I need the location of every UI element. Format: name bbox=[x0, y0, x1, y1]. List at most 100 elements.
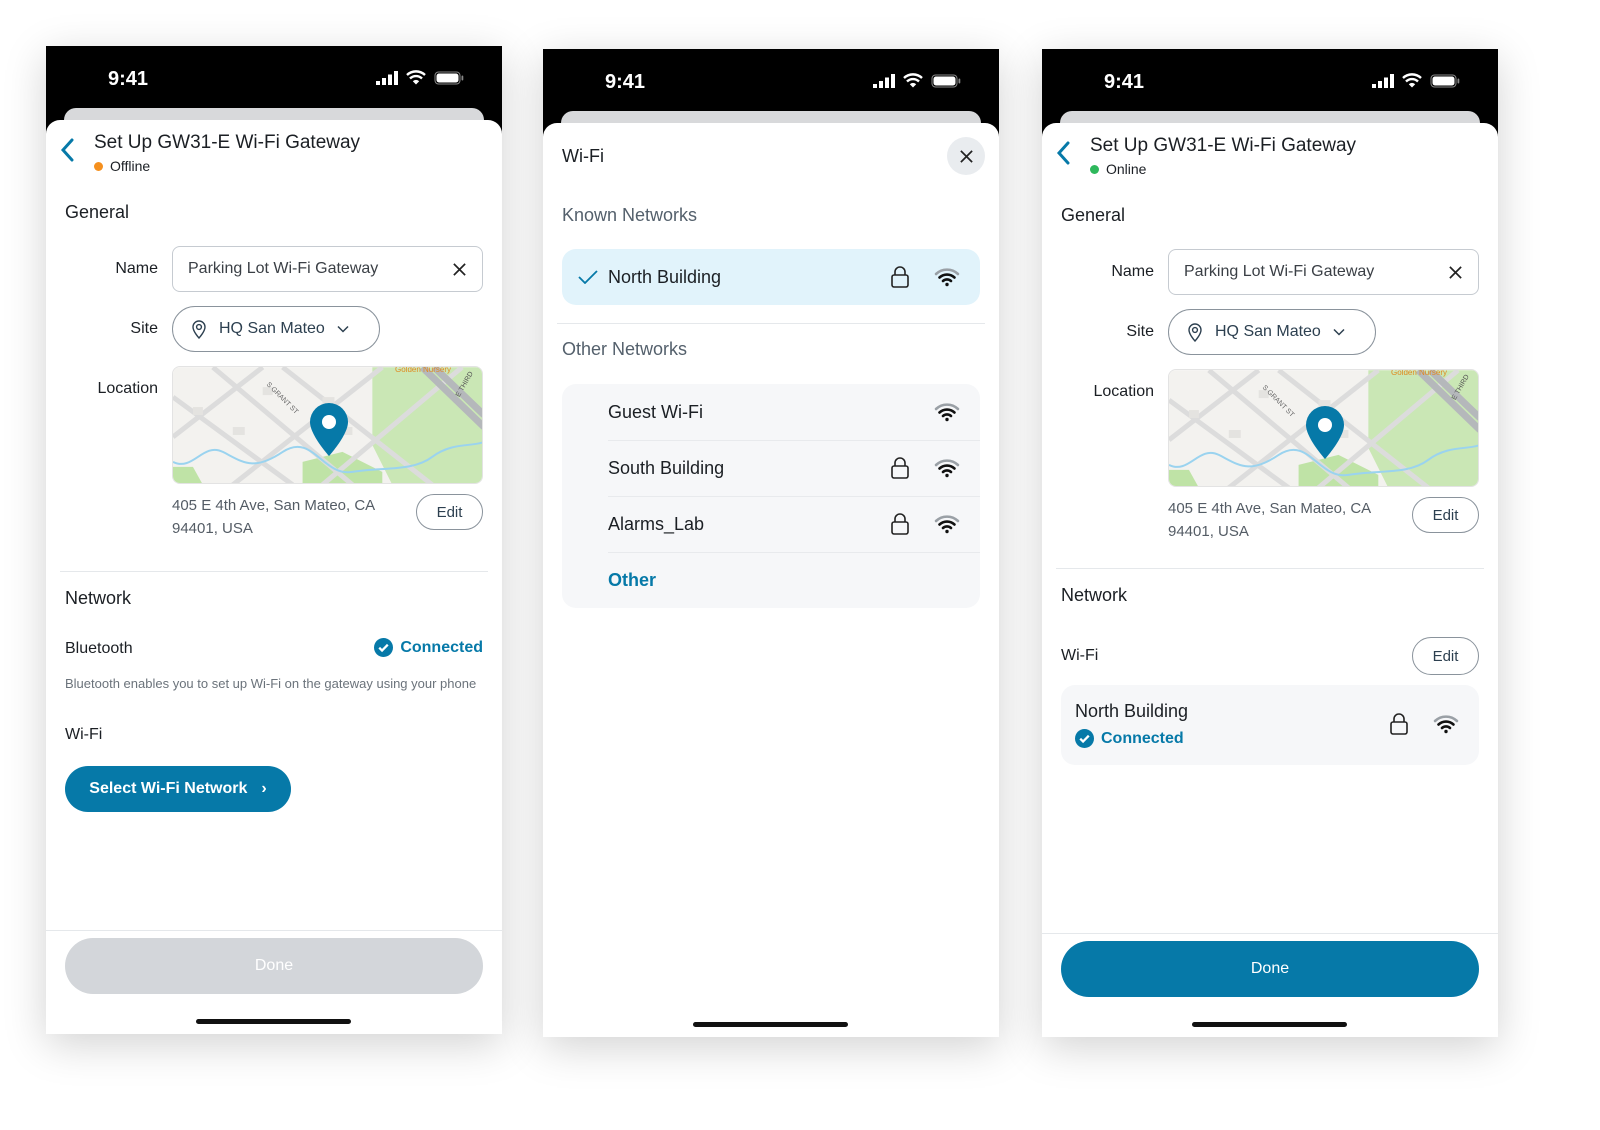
battery-icon bbox=[434, 71, 464, 85]
online-dot-icon bbox=[1090, 164, 1099, 174]
network-row-north-building[interactable]: North Building bbox=[562, 249, 980, 305]
phone-screen-wifi-picker: 9:41 Wi-Fi Known Networks North Building… bbox=[543, 49, 999, 1037]
wifi-status-icon bbox=[406, 70, 426, 85]
name-input[interactable]: Parking Lot Wi-Fi Gateway bbox=[1168, 249, 1479, 295]
clear-icon[interactable] bbox=[452, 262, 467, 277]
wifi-signal-icon bbox=[934, 402, 960, 422]
location-map[interactable]: S GRANT ST Golden Nursery E THIRD bbox=[172, 366, 483, 484]
other-network-link[interactable]: Other bbox=[608, 570, 656, 591]
back-icon[interactable] bbox=[1056, 141, 1070, 165]
lock-icon bbox=[890, 456, 910, 480]
bluetooth-status: Connected bbox=[374, 638, 483, 657]
edit-wifi-button[interactable]: Edit bbox=[1412, 637, 1479, 675]
map-pin-icon bbox=[1305, 406, 1345, 460]
signal-icon bbox=[376, 71, 398, 85]
network-row-other[interactable]: Other bbox=[562, 552, 980, 608]
connected-network-card[interactable]: North Building Connected bbox=[1061, 685, 1479, 765]
chevron-right-icon: › bbox=[261, 780, 267, 797]
wifi-label: Wi-Fi bbox=[65, 726, 103, 743]
wifi-label: Wi-Fi bbox=[1061, 647, 1099, 664]
lock-icon bbox=[890, 265, 910, 289]
network-name: Alarms_Lab bbox=[608, 513, 705, 534]
network-name: South Building bbox=[608, 457, 725, 478]
select-wifi-network-button[interactable]: Select Wi-Fi Network › bbox=[65, 766, 291, 812]
edit-location-button[interactable]: Edit bbox=[416, 494, 483, 530]
done-button[interactable]: Done bbox=[1061, 941, 1479, 997]
chevron-down-icon bbox=[337, 325, 349, 333]
site-select[interactable]: HQ San Mateo bbox=[1168, 309, 1376, 355]
clear-icon[interactable] bbox=[1448, 265, 1463, 280]
signal-icon bbox=[1372, 74, 1394, 88]
check-circle-icon bbox=[374, 638, 393, 657]
site-label: Site bbox=[130, 320, 158, 337]
wifi-signal-icon bbox=[934, 267, 960, 287]
map-label: Golden Nursery bbox=[395, 366, 452, 374]
location-label: Location bbox=[97, 380, 159, 397]
name-value: Parking Lot Wi-Fi Gateway bbox=[188, 260, 379, 277]
divider bbox=[60, 571, 488, 572]
wifi-status-icon bbox=[903, 73, 923, 88]
known-networks-header: Known Networks bbox=[562, 205, 698, 225]
close-icon bbox=[959, 149, 974, 164]
page-title: Set Up GW31-E Wi-Fi Gateway bbox=[1090, 135, 1357, 156]
lock-icon bbox=[890, 512, 910, 536]
edit-location-button[interactable]: Edit bbox=[1412, 497, 1479, 533]
home-indicator bbox=[196, 1019, 351, 1024]
site-select[interactable]: HQ San Mateo bbox=[172, 306, 380, 352]
done-button[interactable]: Done bbox=[65, 938, 483, 994]
home-indicator bbox=[693, 1022, 848, 1027]
signal-icon bbox=[873, 74, 895, 88]
battery-icon bbox=[931, 74, 961, 88]
setup-sheet: Set Up GW31-E Wi-Fi Gateway Offline Gene… bbox=[46, 120, 502, 1034]
known-network-list: North Building bbox=[562, 249, 980, 305]
wifi-signal-icon bbox=[1433, 714, 1459, 734]
footer-divider bbox=[1042, 933, 1498, 934]
site-value: HQ San Mateo bbox=[219, 320, 325, 337]
wifi-status: Connected bbox=[1075, 729, 1184, 748]
site-value: HQ San Mateo bbox=[1215, 323, 1321, 340]
status-time: 9:41 bbox=[1104, 71, 1145, 93]
close-button[interactable] bbox=[947, 137, 985, 175]
network-name: Guest Wi-Fi bbox=[608, 401, 704, 422]
wifi-signal-icon bbox=[934, 514, 960, 534]
section-general: General bbox=[1061, 205, 1126, 225]
network-row-guest-wifi[interactable]: Guest Wi-Fi bbox=[562, 384, 980, 440]
location-map[interactable]: S GRANT ST Golden Nursery E THIRD bbox=[1168, 369, 1479, 487]
phone-screen-setup-offline: 9:41 Set Up GW31-E Wi-Fi Gateway Offline… bbox=[46, 46, 502, 1034]
address-text: 405 E 4th Ave, San Mateo, CA 94401, USA bbox=[1168, 500, 1371, 540]
map-label: Golden Nursery bbox=[1391, 369, 1448, 377]
name-input[interactable]: Parking Lot Wi-Fi Gateway bbox=[172, 246, 483, 292]
status-text: Offline bbox=[110, 158, 151, 174]
network-row-south-building[interactable]: South Building bbox=[562, 440, 980, 496]
status-badge: Offline bbox=[94, 158, 150, 174]
location-label: Location bbox=[1093, 383, 1155, 400]
check-circle-icon bbox=[1075, 729, 1094, 748]
network-name: North Building bbox=[608, 266, 722, 287]
wifi-sheet: Wi-Fi Known Networks North Building Othe… bbox=[543, 123, 999, 1037]
back-icon[interactable] bbox=[60, 138, 74, 162]
network-name: North Building bbox=[1075, 701, 1189, 721]
checkmark-icon bbox=[578, 270, 598, 284]
bluetooth-description: Bluetooth enables you to set up Wi-Fi on… bbox=[65, 676, 477, 691]
status-icons bbox=[873, 73, 961, 88]
footer-divider bbox=[46, 930, 502, 931]
status-icons bbox=[376, 70, 464, 85]
setup-sheet: Set Up GW31-E Wi-Fi Gateway Online Gener… bbox=[1042, 123, 1498, 1037]
offline-dot-icon bbox=[94, 161, 103, 171]
select-wifi-label: Select Wi-Fi Network bbox=[89, 780, 248, 797]
section-network: Network bbox=[65, 588, 132, 608]
section-general: General bbox=[65, 202, 130, 222]
location-pin-icon bbox=[191, 319, 207, 339]
network-row-alarms-lab[interactable]: Alarms_Lab bbox=[562, 496, 980, 552]
section-network: Network bbox=[1061, 585, 1128, 605]
name-label: Name bbox=[115, 260, 158, 277]
phone-screen-setup-online: 9:41 Set Up GW31-E Wi-Fi Gateway Online … bbox=[1042, 49, 1498, 1037]
other-network-list: Guest Wi-Fi South Building Alarms_Lab Ot… bbox=[562, 384, 980, 608]
map-pin-icon bbox=[309, 403, 349, 457]
bluetooth-label: Bluetooth bbox=[65, 640, 133, 657]
lock-icon bbox=[1389, 712, 1409, 736]
wifi-status-text: Connected bbox=[1101, 729, 1184, 747]
bluetooth-status-text: Connected bbox=[400, 638, 483, 656]
location-pin-icon bbox=[1187, 322, 1203, 342]
chevron-down-icon bbox=[1333, 328, 1345, 336]
